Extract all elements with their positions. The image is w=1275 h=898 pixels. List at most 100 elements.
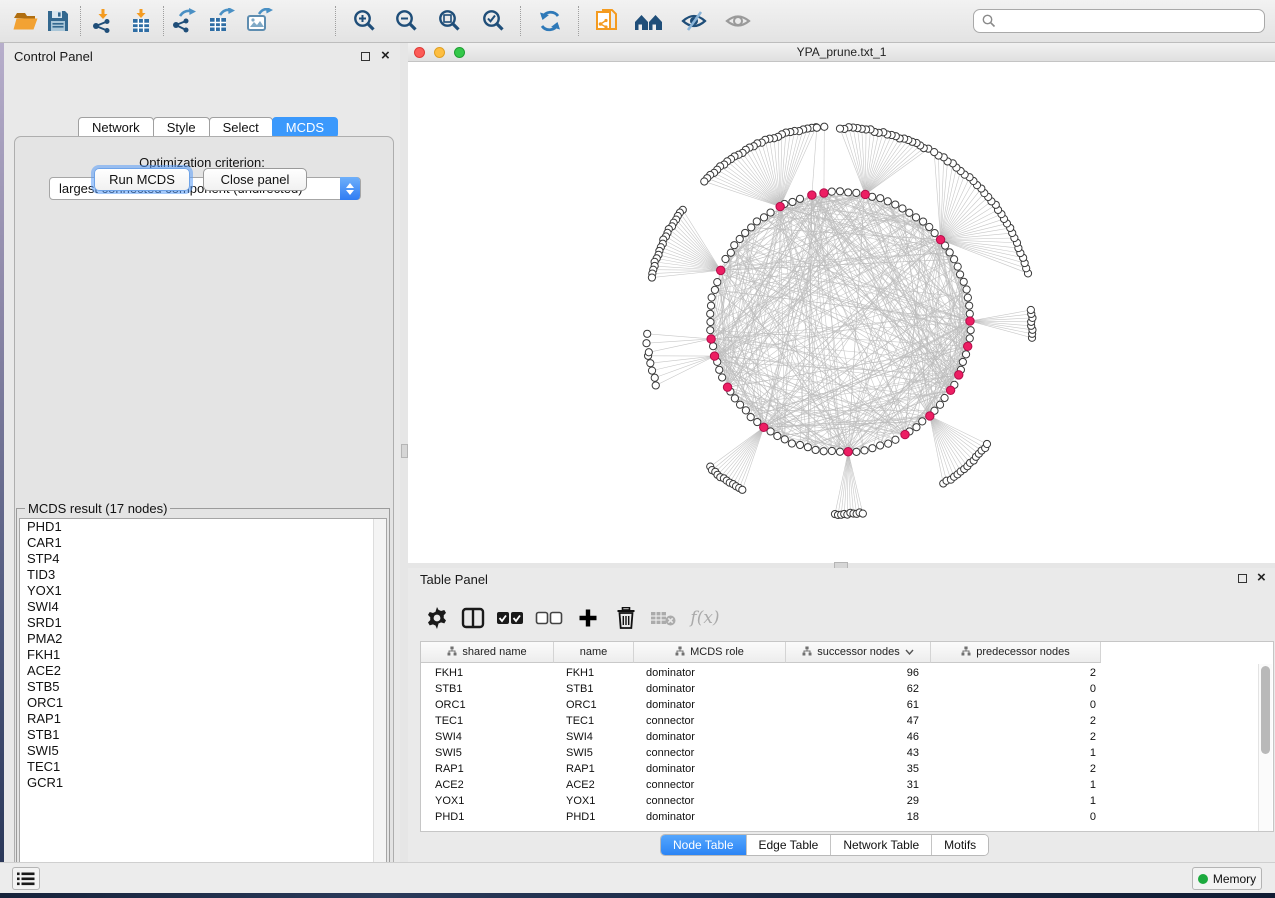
network-node[interactable] xyxy=(959,358,966,365)
table-cell[interactable]: dominator xyxy=(646,681,695,697)
mcds-result-item[interactable]: SRD1 xyxy=(20,615,386,631)
search-field[interactable] xyxy=(973,9,1265,33)
network-node[interactable] xyxy=(788,440,795,447)
network-leaf-node[interactable] xyxy=(652,382,659,389)
new-network-from-selection-icon[interactable] xyxy=(590,5,624,37)
table-cell[interactable]: 2 xyxy=(931,665,1096,681)
table-cell[interactable]: 35 xyxy=(786,761,919,777)
mcds-result-item[interactable]: SWI5 xyxy=(20,743,386,759)
mcds-hub-node[interactable] xyxy=(844,448,852,456)
mcds-result-list[interactable]: PHD1CAR1STP4TID3YOX1SWI4SRD1PMA2FKH1ACE2… xyxy=(19,518,387,868)
mcds-hub-node[interactable] xyxy=(861,190,869,198)
search-input[interactable] xyxy=(1001,13,1264,29)
network-node[interactable] xyxy=(820,448,827,455)
network-graph[interactable] xyxy=(408,62,1275,563)
table-scrollbar-thumb[interactable] xyxy=(1261,666,1270,754)
mcds-result-item[interactable]: STP4 xyxy=(20,551,386,567)
table-options-gear-icon[interactable] xyxy=(420,602,454,634)
network-leaf-node[interactable] xyxy=(983,440,990,447)
zoom-fit-icon[interactable] xyxy=(433,5,467,37)
unselect-all-columns-icon[interactable] xyxy=(532,602,566,634)
network-node[interactable] xyxy=(951,256,958,263)
network-leaf-node[interactable] xyxy=(648,367,655,374)
table-cell[interactable]: ACE2 xyxy=(435,777,464,793)
mcds-hub-node[interactable] xyxy=(901,430,909,438)
table-cell[interactable]: 29 xyxy=(786,793,919,809)
mcds-list-scrollbar[interactable] xyxy=(373,519,386,867)
network-node[interactable] xyxy=(760,214,767,221)
mcds-result-item[interactable]: RAP1 xyxy=(20,711,386,727)
tab-motifs[interactable]: Motifs xyxy=(932,835,988,855)
mcds-hub-node[interactable] xyxy=(760,423,768,431)
network-node[interactable] xyxy=(967,327,974,334)
table-cell[interactable]: STB1 xyxy=(566,681,594,697)
mcds-result-item[interactable]: PHD1 xyxy=(20,519,386,535)
table-cell[interactable]: connector xyxy=(646,713,694,729)
table-cell[interactable]: TEC1 xyxy=(435,713,463,729)
network-node[interactable] xyxy=(956,271,963,278)
network-node[interactable] xyxy=(931,230,938,237)
network-node[interactable] xyxy=(936,401,943,408)
mcds-hub-node[interactable] xyxy=(955,371,963,379)
mcds-hub-node[interactable] xyxy=(808,191,816,199)
network-node[interactable] xyxy=(710,343,717,350)
show-columns-icon[interactable] xyxy=(456,602,490,634)
table-cell[interactable]: dominator xyxy=(646,697,695,713)
table-scrollbar[interactable] xyxy=(1258,664,1272,831)
network-node[interactable] xyxy=(707,318,714,325)
zoom-selected-icon[interactable] xyxy=(477,5,511,37)
column-header-shared-name[interactable]: shared name xyxy=(421,642,554,663)
table-close-panel-icon[interactable]: × xyxy=(1257,573,1266,583)
network-leaf-node[interactable] xyxy=(931,148,938,155)
tab-select[interactable]: Select xyxy=(209,117,273,138)
table-float-panel-icon[interactable] xyxy=(1238,574,1247,583)
table-cell[interactable]: 31 xyxy=(786,777,919,793)
network-leaf-node[interactable] xyxy=(644,330,651,337)
network-node[interactable] xyxy=(781,436,788,443)
mcds-result-item[interactable]: YOX1 xyxy=(20,583,386,599)
table-cell[interactable]: FKH1 xyxy=(435,665,463,681)
mcds-hub-node[interactable] xyxy=(723,383,731,391)
apply-layout-icon[interactable] xyxy=(533,5,567,37)
table-cell[interactable]: PHD1 xyxy=(566,809,595,825)
table-cell[interactable]: 2 xyxy=(931,729,1096,745)
network-node[interactable] xyxy=(960,278,967,285)
tab-network[interactable]: Network xyxy=(78,117,154,138)
network-node[interactable] xyxy=(722,255,729,262)
memory-button[interactable]: Memory xyxy=(1192,867,1262,890)
table-cell[interactable]: 43 xyxy=(786,745,919,761)
network-leaf-node[interactable] xyxy=(651,374,658,381)
network-node[interactable] xyxy=(796,441,803,448)
network-node[interactable] xyxy=(707,327,714,334)
network-node[interactable] xyxy=(892,436,899,443)
table-cell[interactable]: dominator xyxy=(646,665,695,681)
table-cell[interactable]: connector xyxy=(646,777,694,793)
table-cell[interactable]: 2 xyxy=(931,713,1096,729)
tab-mcds[interactable]: MCDS xyxy=(272,117,338,138)
network-node[interactable] xyxy=(828,188,835,195)
mcds-hub-node[interactable] xyxy=(776,202,784,210)
mcds-result-item[interactable]: ORC1 xyxy=(20,695,386,711)
network-node[interactable] xyxy=(941,394,948,401)
delete-column-icon[interactable] xyxy=(609,602,643,634)
network-node[interactable] xyxy=(946,249,953,256)
network-node[interactable] xyxy=(767,209,774,216)
run-mcds-button[interactable]: Run MCDS xyxy=(94,168,190,191)
mcds-result-item[interactable]: STB5 xyxy=(20,679,386,695)
export-table-icon[interactable] xyxy=(204,5,238,37)
mcds-hub-node[interactable] xyxy=(716,266,724,274)
mcds-result-item[interactable]: CAR1 xyxy=(20,535,386,551)
table-cell[interactable]: ACE2 xyxy=(566,777,595,793)
network-leaf-node[interactable] xyxy=(701,178,708,185)
column-header-MCDS-role[interactable]: MCDS role xyxy=(634,642,786,663)
table-cell[interactable]: 1 xyxy=(931,745,1096,761)
column-header-predecessor-nodes[interactable]: predecessor nodes xyxy=(931,642,1101,663)
network-node[interactable] xyxy=(963,286,970,293)
network-node[interactable] xyxy=(954,263,961,270)
network-leaf-node[interactable] xyxy=(739,486,746,493)
tab-node-table[interactable]: Node Table xyxy=(661,835,747,855)
vertical-splitter-handle[interactable] xyxy=(401,444,408,458)
network-node[interactable] xyxy=(774,432,781,439)
network-node[interactable] xyxy=(736,401,743,408)
network-node[interactable] xyxy=(853,448,860,455)
